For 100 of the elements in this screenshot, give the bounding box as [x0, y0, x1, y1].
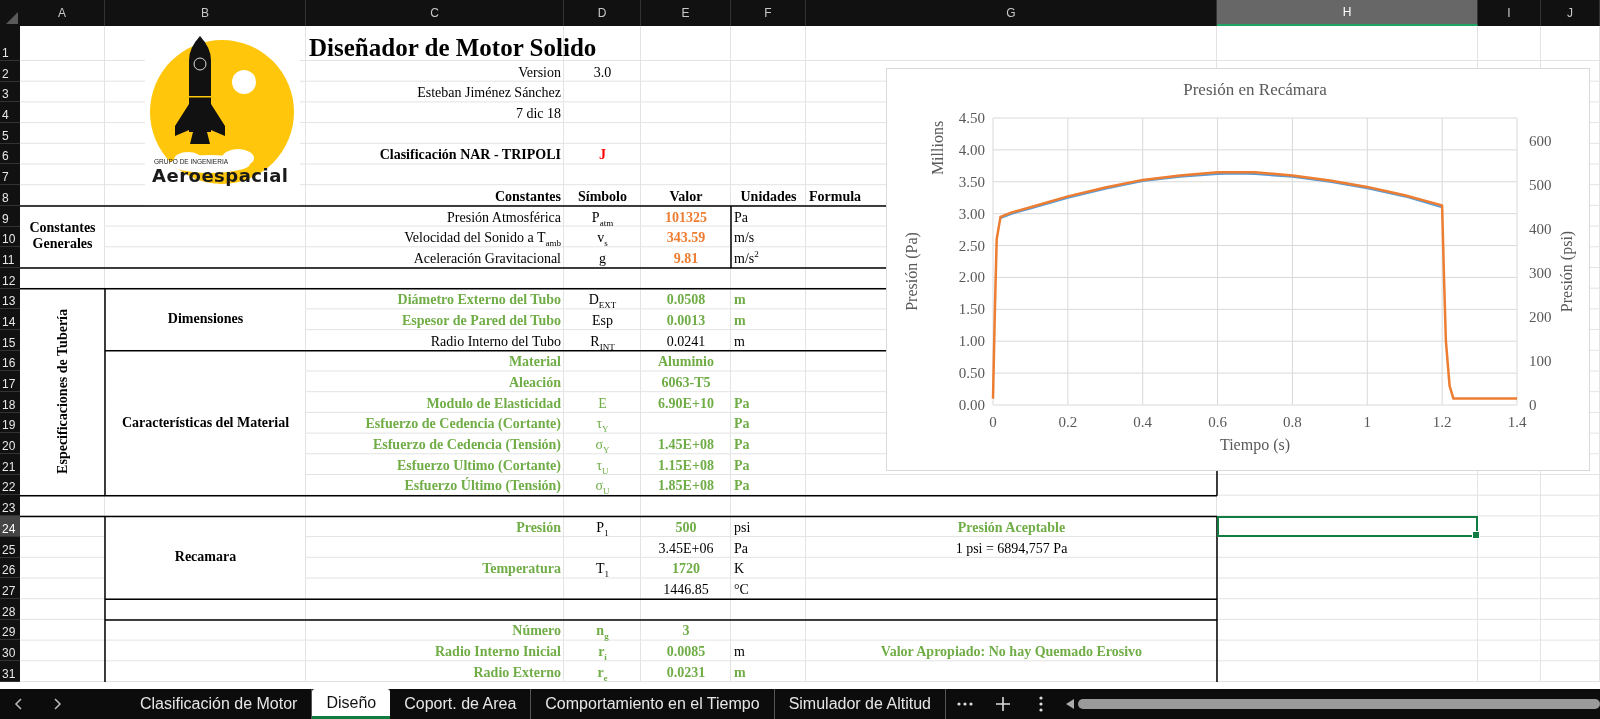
field-label: Modulo de Elasticidad — [426, 395, 561, 412]
sheet-tab[interactable]: Simulador de Altitud — [774, 689, 946, 719]
row-header[interactable]: 2 — [0, 61, 20, 82]
selected-cell[interactable] — [1217, 516, 1478, 537]
unit-text: m/s$^{2}$ — [734, 250, 759, 267]
section-label: Recamara — [174, 549, 237, 565]
field-label: Presión Atmosférica — [447, 209, 561, 226]
row-header[interactable]: 8 — [0, 185, 20, 206]
field-label: Esfuerzo Último (Tensión) — [404, 478, 561, 495]
row-header[interactable]: 13 — [0, 288, 20, 310]
column-header[interactable]: E — [641, 0, 731, 26]
row-header[interactable]: 9 — [0, 205, 20, 227]
row-header[interactable]: 10 — [0, 226, 20, 248]
field-label: Esfuerzo de Cedencia (Tensión) — [372, 437, 561, 454]
axis-title: Presión (psi) — [1558, 230, 1575, 313]
sheet-tab[interactable]: Comportamiento en el Tiempo — [531, 689, 775, 719]
note-text: Formula — [809, 188, 862, 205]
y-tick-label: 300 — [1529, 265, 1552, 282]
row-header[interactable]: 19 — [0, 412, 20, 434]
field-label: Velocidad del Sonido a T$_{amb}$ — [404, 230, 561, 247]
unit-text: Pa — [734, 437, 750, 454]
field-label: Número — [512, 623, 561, 640]
symbol-text: P$_{1}$ — [596, 519, 609, 536]
y-tick-label: 400 — [1529, 221, 1552, 238]
value-text: 1.15E+08 — [658, 457, 714, 474]
section-label: Dimensiones — [167, 311, 244, 328]
note-text: Presión Aceptable — [957, 519, 1066, 536]
row-header[interactable]: 12 — [0, 267, 20, 289]
row-header[interactable]: 18 — [0, 392, 20, 413]
field-label: 7 dic 18 — [515, 106, 561, 123]
field-label: Radio Interno Inicial — [435, 643, 561, 660]
field-label: Radio Interno del Tubo — [430, 333, 561, 350]
row-header[interactable]: 1 — [0, 26, 20, 61]
row-header[interactable]: 26 — [0, 557, 20, 579]
scrollbar-thumb[interactable] — [1077, 699, 1600, 709]
symbol-text: J — [599, 147, 606, 164]
row-header[interactable]: 6 — [0, 143, 20, 165]
row-header[interactable]: 11 — [0, 247, 20, 268]
scroll-left-icon[interactable] — [1065, 699, 1074, 709]
row-header[interactable]: 4 — [0, 102, 20, 124]
row-header[interactable]: 22 — [0, 474, 20, 496]
unit-text: Pa — [734, 540, 748, 557]
field-label: Aceleración Gravitacional — [413, 250, 561, 267]
note-text: 1 psi = 6894,757 Pa — [955, 540, 1068, 557]
column-header[interactable]: G — [806, 0, 1217, 26]
row-header[interactable]: 23 — [0, 495, 20, 517]
symbol-text: T$_{1}$ — [595, 561, 610, 578]
row-header[interactable]: 3 — [0, 81, 20, 103]
row-header[interactable]: 20 — [0, 433, 20, 455]
axis-title: Presión (Pa) — [903, 232, 920, 311]
row-header[interactable]: 21 — [0, 454, 20, 475]
row-header[interactable]: 15 — [0, 329, 20, 351]
column-header[interactable]: I — [1478, 0, 1541, 26]
symbol-text: g — [599, 250, 606, 267]
row-header[interactable]: 24 — [0, 516, 20, 537]
column-header[interactable]: C — [306, 0, 564, 26]
value-text: Valor — [669, 188, 703, 205]
sheet-tab[interactable]: Coport. de Area — [390, 689, 532, 719]
field-label: Esteban Jiménez Sánchez — [417, 85, 561, 102]
row-header[interactable]: 7 — [0, 164, 20, 186]
field-label: Material — [508, 354, 561, 371]
note-text: Valor Apropiado: No hay Quemado Erosivo — [880, 643, 1143, 660]
row-header[interactable]: 14 — [0, 309, 20, 330]
column-header[interactable]: A — [20, 0, 105, 26]
column-header[interactable]: H — [1217, 0, 1478, 26]
symbol-text: Esp — [592, 312, 613, 329]
symbol-text: r$_{e}$ — [597, 664, 608, 681]
symbol-text: τ$_{Y}$ — [596, 416, 609, 433]
unit-text: Pa — [734, 416, 750, 433]
x-tick-label: 1.2 — [1432, 414, 1452, 430]
sheet-title: Diseñador de Motor Solido — [309, 35, 597, 60]
symbol-text: D$_{EXT}$ — [588, 292, 617, 309]
symbol-text: σ$_{Y}$ — [595, 437, 610, 454]
column-header[interactable]: B — [105, 0, 306, 26]
column-header[interactable]: F — [731, 0, 806, 26]
column-header[interactable]: J — [1541, 0, 1600, 26]
value-text: 0.0231 — [666, 664, 706, 681]
row-header[interactable]: 29 — [0, 619, 20, 641]
row-header[interactable]: 17 — [0, 371, 20, 392]
select-all-icon[interactable] — [6, 12, 18, 24]
sheet-tab[interactable]: Diseño — [312, 689, 391, 719]
y-tick-label: 500 — [1529, 177, 1552, 194]
symbol-text: Símbolo — [578, 188, 627, 205]
row-header[interactable]: 28 — [0, 598, 20, 620]
row-header[interactable]: 31 — [0, 660, 20, 682]
symbol-text: v$_{s}$ — [597, 230, 608, 247]
field-label: Temperatura — [482, 561, 561, 578]
value-text: 0.0241 — [666, 333, 706, 350]
unit-text: K — [734, 561, 745, 578]
value-text: 1.85E+08 — [658, 478, 714, 495]
column-header[interactable]: D — [564, 0, 641, 26]
y-tick-label: 0.50 — [958, 365, 985, 382]
row-header[interactable]: 30 — [0, 640, 20, 661]
row-header[interactable]: 5 — [0, 123, 20, 144]
row-header[interactable]: 16 — [0, 350, 20, 372]
field-label: Radio Externo — [473, 664, 561, 681]
row-header[interactable]: 25 — [0, 536, 20, 558]
field-label: Esfuerzo Ultimo (Cortante) — [396, 457, 561, 474]
y-tick-label: 2.50 — [958, 237, 985, 254]
row-header[interactable]: 27 — [0, 578, 20, 599]
